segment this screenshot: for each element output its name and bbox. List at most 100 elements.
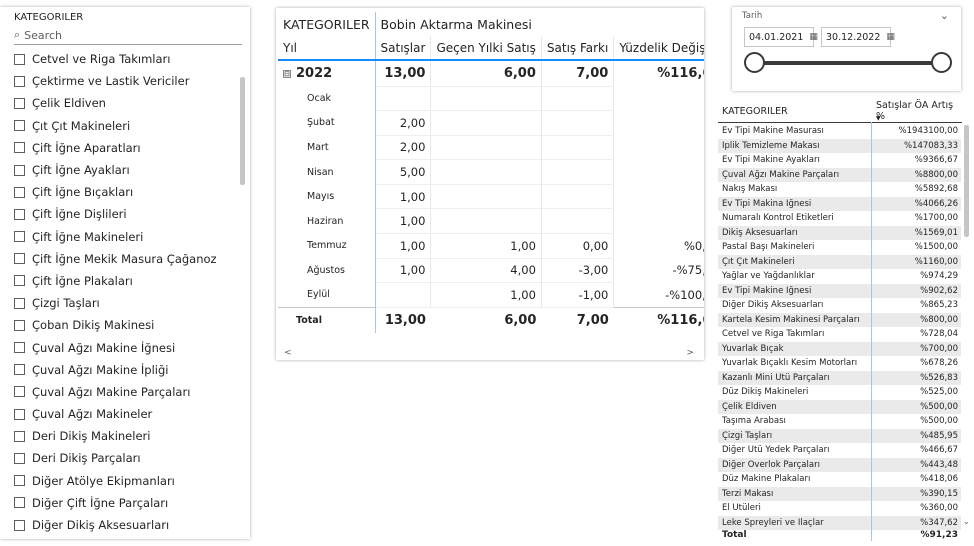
checkbox[interactable]	[14, 208, 25, 220]
slicer-item[interactable]: Diğer Dikiş Aksesuarları	[14, 514, 238, 536]
table-row[interactable]: Cetvel ve Riga Takımları %728,04	[718, 327, 961, 342]
slicer-item-label: Diğer Çift İğne Parçaları	[32, 495, 169, 510]
collapse-icon[interactable]: ⊟	[283, 70, 291, 78]
checkbox[interactable]	[14, 97, 25, 109]
table-row[interactable]: Düz Makine Plakaları %418,06	[718, 472, 961, 487]
checkbox[interactable]	[14, 342, 25, 354]
table-row[interactable]: Yuvarlak Bıçaklı Kesim Motorları %678,26	[718, 356, 961, 371]
date-from-input[interactable]: 04.01.2021 ▦	[744, 27, 818, 47]
slicer-item[interactable]: Çuval Ağzı Makineler	[14, 403, 238, 425]
search-input[interactable]: ⌕ Search	[14, 27, 239, 43]
table-row[interactable]: Ev Tipi Makina İğnesi %4066,26	[718, 196, 961, 211]
matrix-horizontal-scrollbar[interactable]: < >	[284, 348, 694, 358]
checkbox[interactable]	[14, 231, 25, 243]
checkbox[interactable]	[14, 297, 25, 309]
checkbox[interactable]	[14, 519, 25, 531]
chevron-down-icon[interactable]: ⌄	[940, 9, 949, 22]
slicer-item[interactable]: Çift İğne Ayakları	[14, 159, 238, 181]
slicer-item[interactable]: Deri Dikiş Makineleri	[14, 425, 238, 447]
table-row[interactable]: Çuval Ağzı Makine Parçaları %8800,00	[718, 167, 961, 182]
table-scrollbar[interactable]	[964, 125, 969, 237]
checkbox[interactable]	[14, 75, 25, 87]
col-header-category[interactable]: KATEGORILER	[722, 100, 788, 122]
month-label: Ağustos	[278, 258, 376, 283]
slicer-item[interactable]: Çift İğne Dişlileri	[14, 203, 238, 225]
checkbox[interactable]	[14, 475, 25, 487]
scroll-left-icon[interactable]: <	[284, 348, 292, 358]
slicer-item[interactable]: Diğer Çift İğne Parçaları	[14, 492, 238, 514]
checkbox[interactable]	[14, 386, 25, 398]
table-row[interactable]: Düz Dikiş Makineleri %525,00	[718, 385, 961, 400]
checkbox[interactable]	[14, 120, 25, 132]
calendar-icon[interactable]: ▦	[886, 32, 895, 42]
date-range-track[interactable]	[755, 61, 943, 65]
table-row[interactable]: Diğer Dikiş Aksesuarları %865,23	[718, 298, 961, 313]
checkbox[interactable]	[14, 164, 25, 176]
table-row[interactable]: El Ütüleri %360,00	[718, 501, 961, 516]
checkbox[interactable]	[14, 253, 25, 265]
col-header-year[interactable]: Yıl	[278, 36, 376, 61]
table-row[interactable]: Terzi Makası %390,15	[718, 486, 961, 501]
slicer-item[interactable]: Çuval Ağzı Makine Parçaları	[14, 381, 238, 403]
date-range-start-handle[interactable]	[744, 52, 765, 73]
table-row[interactable]: Diğer Ütü Yedek Parçaları %466,67	[718, 443, 961, 458]
slicer-item[interactable]: Çift İğne Aparatları	[14, 137, 238, 159]
table-row[interactable]: Nakış Makası %5892,68	[718, 182, 961, 197]
table-row[interactable]: Yağlar ve Yağdanlıklar %974,29	[718, 269, 961, 284]
slicer-item[interactable]: Çizgi Taşları	[14, 292, 238, 314]
table-row[interactable]: Taşıma Arabası %500,00	[718, 414, 961, 429]
year-row-label[interactable]: ⊟ 2022	[278, 60, 376, 86]
table-row[interactable]: Numaralı Kontrol Etiketleri %1700,00	[718, 211, 961, 226]
table-row[interactable]: Ev Tipi Makine İğnesi %902,62	[718, 283, 961, 298]
col-header-sales[interactable]: Satışlar	[375, 36, 432, 61]
month-sales	[375, 282, 432, 308]
slicer-item[interactable]: Çift İğne Bıçakları	[14, 181, 238, 203]
slicer-item[interactable]: Çuval Ağzı Makine İğnesi	[14, 336, 238, 358]
date-range-end-handle[interactable]	[931, 52, 952, 73]
table-row[interactable]: Kazanlı Mini Ütü Parçaları %526,83	[718, 370, 961, 385]
table-row[interactable]: Pastal Başı Makineleri %1500,00	[718, 240, 961, 255]
slicer-item[interactable]: Çıt Çıt Makineleri	[14, 115, 238, 137]
table-row[interactable]: Diğer Overlok Parçaları %443,48	[718, 457, 961, 472]
date-to-input[interactable]: 30.12.2022 ▦	[821, 27, 895, 47]
table-row[interactable]: Yuvarlak Bıçak %700,00	[718, 341, 961, 356]
checkbox[interactable]	[14, 497, 25, 509]
slicer-scrollbar[interactable]	[240, 77, 245, 185]
slicer-item[interactable]: Deri Dikiş Parçaları	[14, 447, 238, 469]
table-row[interactable]: Dikiş Aksesuarları %1569,01	[718, 225, 961, 240]
checkbox[interactable]	[14, 430, 25, 442]
calendar-icon[interactable]: ▦	[809, 32, 818, 42]
checkbox[interactable]	[14, 408, 25, 420]
checkbox[interactable]	[14, 53, 25, 65]
table-row[interactable]: Kartela Kesim Makinesi Parçaları %800,00	[718, 312, 961, 327]
checkbox[interactable]	[14, 319, 25, 331]
slicer-item[interactable]: Çift İğne Makineleri	[14, 226, 238, 248]
table-row[interactable]: Çizgi Taşları %485,95	[718, 428, 961, 443]
table-row[interactable]: Çıt Çıt Makineleri %1160,00	[718, 254, 961, 269]
slicer-item[interactable]: Diğer Atölye Ekipmanları	[14, 470, 238, 492]
slicer-item[interactable]: Cetvel ve Riga Takımları	[14, 48, 238, 70]
checkbox[interactable]	[14, 452, 25, 464]
checkbox[interactable]	[14, 275, 25, 287]
slicer-item[interactable]: Çuval Ağzı Makine İpliği	[14, 359, 238, 381]
slicer-item[interactable]: Çoban Dikiş Makinesi	[14, 314, 238, 336]
table-row[interactable]: İplik Temizleme Makası %147083,33	[718, 138, 961, 153]
checkbox[interactable]	[14, 142, 25, 154]
month-diff	[541, 86, 615, 112]
scroll-down-icon[interactable]: ⌄	[963, 517, 970, 526]
col-header-sales-diff[interactable]: Satış Farkı	[541, 36, 615, 61]
col-header-growth[interactable]: Satışlar ÖA Artış %	[876, 100, 959, 122]
month-prev	[430, 184, 542, 210]
col-header-pct-change[interactable]: Yüzdelik Değişim	[613, 36, 704, 61]
checkbox[interactable]	[14, 364, 25, 376]
slicer-item[interactable]: Çelik Eldiven	[14, 92, 238, 114]
col-header-prev-sales[interactable]: Geçen Yılki Satış	[430, 36, 542, 61]
scroll-right-icon[interactable]: >	[686, 348, 694, 358]
table-row[interactable]: Ev Tipi Makine Ayakları %9366,67	[718, 153, 961, 168]
slicer-item[interactable]: Çift İğne Mekik Masura Çağanoz	[14, 248, 238, 270]
slicer-item[interactable]: Çektirme ve Lastik Vericiler	[14, 70, 238, 92]
slicer-item[interactable]: Çift İğne Plakaları	[14, 270, 238, 292]
checkbox[interactable]	[14, 186, 25, 198]
table-row[interactable]: Çelik Eldiven %500,00	[718, 399, 961, 414]
table-row[interactable]: Ev Tipi Makine Masurası %1943100,00	[718, 124, 961, 139]
